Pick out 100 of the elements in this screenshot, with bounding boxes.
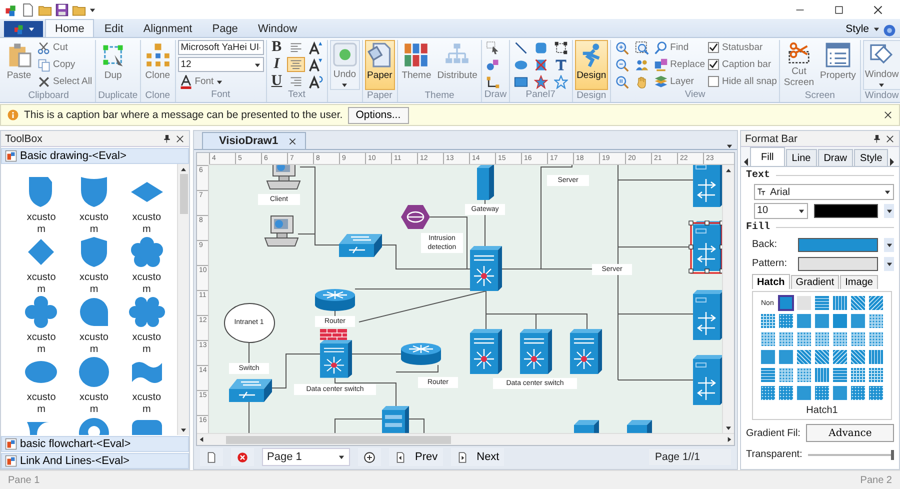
- options-button[interactable]: Options...: [348, 106, 409, 124]
- router-drawing[interactable]: [315, 289, 355, 311]
- format-tab[interactable]: Fill: [750, 147, 785, 166]
- rectangle-icon[interactable]: [514, 74, 528, 88]
- shrink-font-icon[interactable]: [308, 58, 323, 72]
- cube-drawing[interactable]: [627, 420, 652, 433]
- cube-drawing[interactable]: [574, 420, 599, 433]
- dropdown-caret-icon[interactable]: [886, 242, 892, 248]
- scroll-up-icon[interactable]: [725, 168, 732, 173]
- save-icon[interactable]: [55, 2, 69, 16]
- people-icon[interactable]: [635, 58, 650, 72]
- scroll-down-icon[interactable]: [725, 425, 732, 430]
- rounded-rectangle-icon[interactable]: [534, 40, 548, 54]
- format-tab[interactable]: Draw: [818, 149, 854, 166]
- pattern-tab[interactable]: Hatch: [752, 274, 790, 289]
- close-icon[interactable]: [872, 4, 884, 16]
- ribbon-command[interactable]: Find: [653, 40, 706, 55]
- stacked-switch-drawing[interactable]: [570, 329, 602, 374]
- maximize-icon[interactable]: [833, 4, 845, 16]
- delete-icon[interactable]: [236, 450, 249, 464]
- theme-button[interactable]: Theme: [400, 40, 434, 90]
- checkbox[interactable]: [708, 59, 719, 70]
- color-swatch[interactable]: [814, 204, 878, 218]
- advance-button[interactable]: Advance: [806, 424, 894, 442]
- star-outline-icon[interactable]: [554, 74, 568, 88]
- dup-button[interactable]: Dup: [98, 40, 128, 90]
- nodes-icon[interactable]: [554, 40, 568, 54]
- ribbon-command[interactable]: Select All: [36, 74, 94, 89]
- undo-button[interactable]: Undo: [330, 40, 360, 90]
- zoom-fit-icon[interactable]: [635, 40, 650, 54]
- format-tab[interactable]: Style: [854, 149, 888, 166]
- firewall-switch-drawing[interactable]: [320, 328, 352, 378]
- computer-drawing[interactable]: [264, 216, 299, 246]
- hexagon-drawing[interactable]: [401, 205, 430, 229]
- ellipse-shape[interactable]: [224, 303, 275, 343]
- scrollbar[interactable]: [177, 164, 189, 435]
- stacked-switch-drawing[interactable]: [470, 246, 502, 291]
- ellipse-icon[interactable]: [514, 58, 528, 72]
- ribbon-command[interactable]: Copy: [36, 57, 94, 72]
- format-tab[interactable]: Line: [786, 149, 817, 166]
- window-button[interactable]: Window: [862, 40, 900, 90]
- stacked-switch-drawing[interactable]: [470, 329, 502, 374]
- scrollbar-thumb[interactable]: [180, 174, 188, 214]
- paste-button[interactable]: Paste: [4, 40, 34, 90]
- style-menu[interactable]: Style: [842, 21, 883, 37]
- align-left-icon[interactable]: [288, 40, 303, 54]
- ribbon-command[interactable]: Layer: [653, 74, 706, 89]
- shapes-icon[interactable]: [486, 58, 500, 72]
- pattern-tab[interactable]: Image: [840, 275, 878, 289]
- previous-button[interactable]: Prev: [389, 448, 443, 466]
- new-document-icon[interactable]: [21, 2, 35, 16]
- server-drawing[interactable]: [693, 355, 722, 405]
- ribbon-tab[interactable]: Page: [202, 19, 248, 37]
- scroll-left-icon[interactable]: [199, 436, 204, 443]
- grow-font-icon[interactable]: [308, 40, 323, 54]
- next-button[interactable]: Next: [450, 448, 504, 466]
- checkbox[interactable]: [708, 42, 719, 53]
- pin-icon[interactable]: [872, 134, 882, 144]
- ribbon-command[interactable]: Replace: [653, 57, 706, 72]
- scrollbar[interactable]: [197, 433, 734, 445]
- switch-drawing[interactable]: [229, 379, 272, 402]
- close-icon[interactable]: [288, 136, 298, 146]
- scrollbar[interactable]: [722, 165, 734, 433]
- property-button[interactable]: Property: [818, 40, 858, 90]
- pattern-tab[interactable]: Gradient: [790, 275, 840, 289]
- close-icon[interactable]: [175, 134, 185, 144]
- dropdown-caret-icon[interactable]: [886, 208, 892, 214]
- distribute-button[interactable]: Distribute: [435, 40, 480, 90]
- tower-drawing[interactable]: [477, 165, 494, 200]
- font-color-button[interactable]: Font: [178, 74, 264, 89]
- align-center-button[interactable]: [286, 57, 305, 72]
- letter-t-icon[interactable]: [554, 58, 568, 72]
- pointer-icon[interactable]: [486, 40, 500, 54]
- scroll-down-icon[interactable]: [180, 427, 187, 432]
- ribbon-command[interactable]: Cut: [36, 40, 94, 55]
- switch-drawing[interactable]: [339, 234, 382, 257]
- format-button[interactable]: U: [268, 74, 285, 89]
- close-icon[interactable]: [885, 134, 895, 144]
- stacked-switch-drawing[interactable]: [520, 329, 552, 374]
- toolbox-section-header[interactable]: Basic drawing-<Eval>: [1, 148, 189, 164]
- help-icon[interactable]: [883, 24, 896, 37]
- color-swatch[interactable]: [798, 256, 878, 270]
- server-drawing[interactable]: [693, 290, 722, 340]
- ribbon-tab[interactable]: Alignment: [133, 19, 202, 37]
- ribbon-tab[interactable]: Edit: [94, 19, 134, 37]
- cut-screen-button[interactable]: Cut Screen: [782, 40, 816, 90]
- scroll-right-icon[interactable]: [727, 436, 732, 443]
- toolbox-section-header[interactable]: Link And Lines-<Eval>: [1, 453, 189, 469]
- close-icon[interactable]: [883, 110, 893, 120]
- router-drawing[interactable]: [401, 343, 441, 365]
- checkbox[interactable]: [708, 76, 719, 87]
- crossed-shape-icon[interactable]: [534, 58, 548, 72]
- hatch-swatch[interactable]: [778, 295, 794, 311]
- server-drawing[interactable]: [693, 165, 722, 207]
- pin-icon[interactable]: [162, 134, 172, 144]
- transparency-slider[interactable]: [808, 450, 894, 460]
- application-menu-button[interactable]: [4, 21, 43, 37]
- add-icon[interactable]: [363, 450, 376, 464]
- font-field[interactable]: Arial: [754, 184, 894, 200]
- connector-icon[interactable]: [486, 74, 500, 88]
